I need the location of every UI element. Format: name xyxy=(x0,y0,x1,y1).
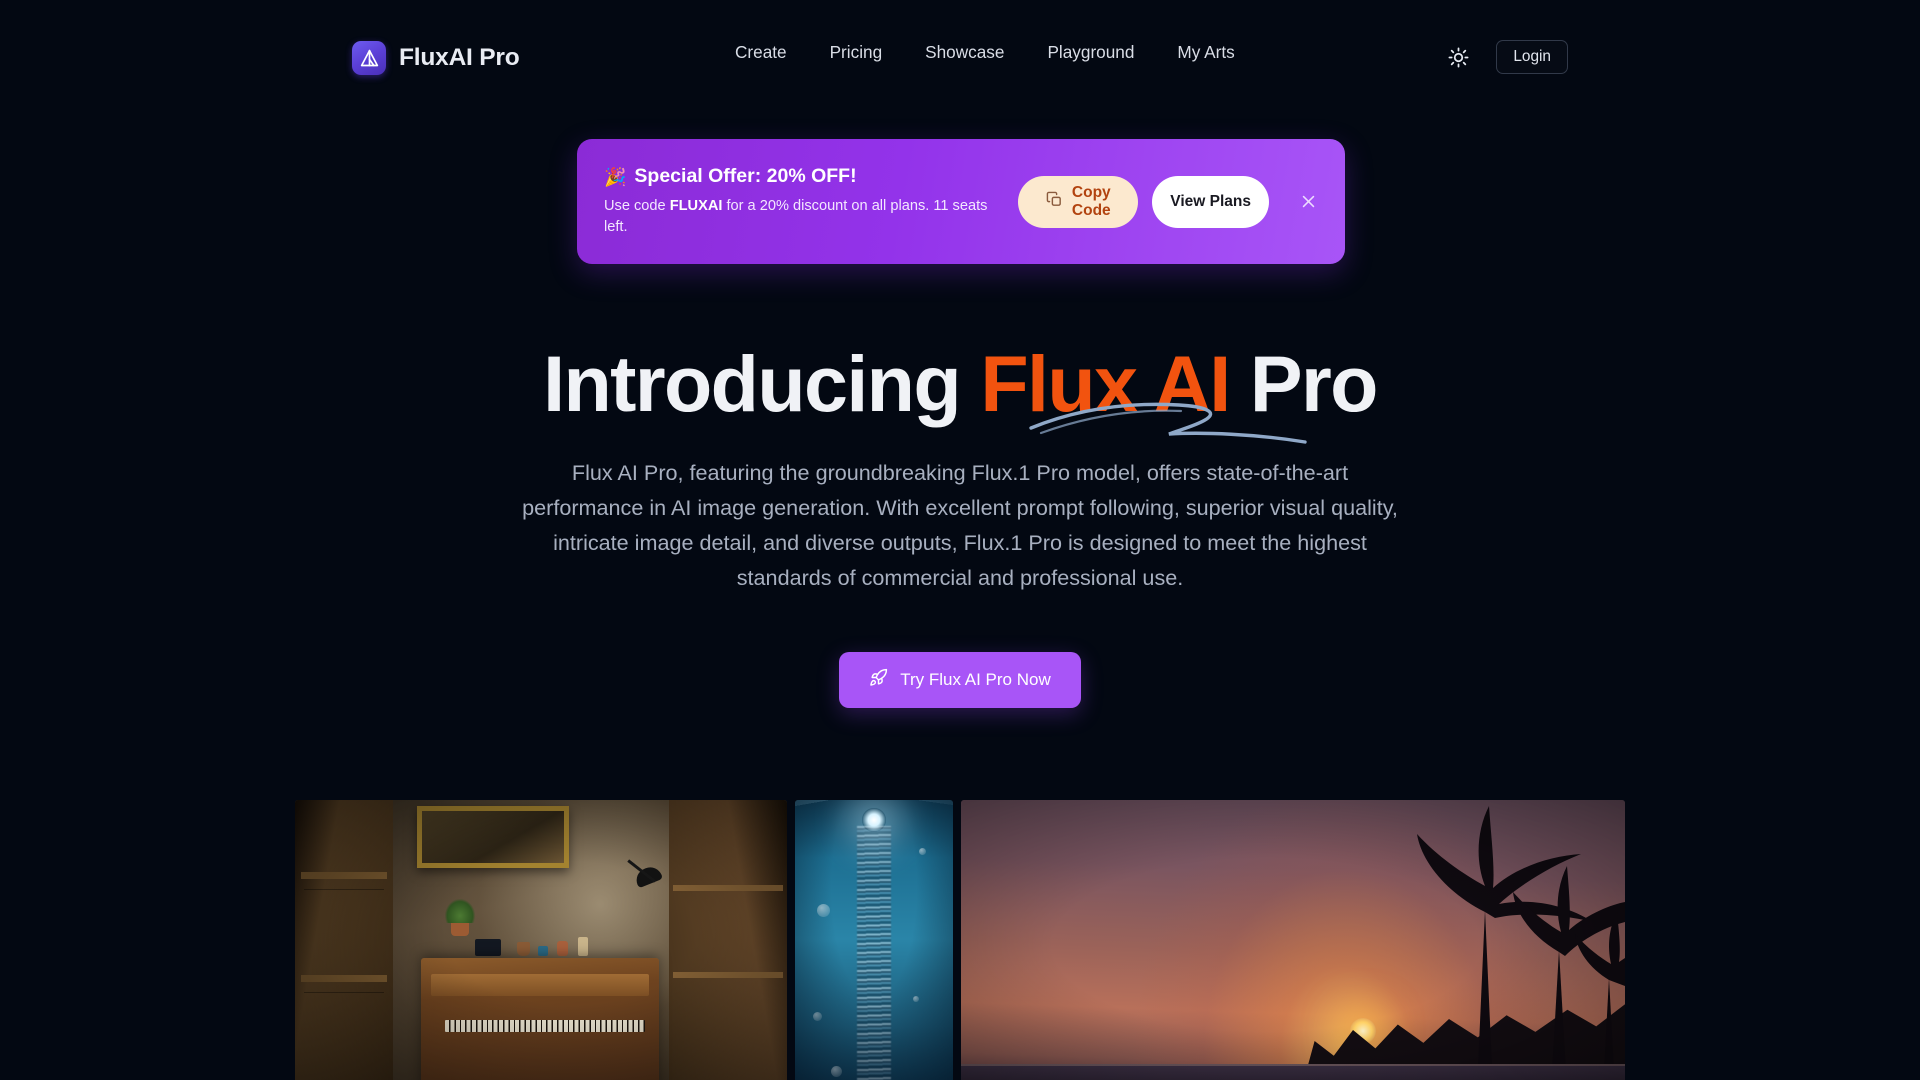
nav-item-playground[interactable]: Playground xyxy=(1047,43,1134,61)
copy-code-label-line1: Copy xyxy=(1071,184,1111,202)
tropical-sunset-image xyxy=(961,800,1625,1080)
copy-code-label-line2: Code xyxy=(1071,201,1111,219)
gallery-item-piano-room[interactable] xyxy=(295,800,787,1080)
rocket-icon xyxy=(869,668,888,692)
hero-title-lead: Introducing xyxy=(543,339,981,428)
promo-actions: Copy Code View Plans xyxy=(1018,175,1325,228)
brand-name: FluxAI Pro xyxy=(399,44,520,71)
promo-code: FLUXAI xyxy=(669,198,723,215)
promo-body-prefix: Use code xyxy=(604,198,670,215)
nav-item-create[interactable]: Create xyxy=(735,43,787,61)
promo-subtitle: Use code FLUXAI for a 20% discount on al… xyxy=(604,196,1006,237)
promo-title: Special Offer: 20% OFF! xyxy=(634,165,857,188)
hero-title-tail: Pro xyxy=(1229,339,1379,428)
hero-cta-wrap: Try Flux AI Pro Now xyxy=(0,652,1920,709)
close-icon[interactable] xyxy=(1291,185,1325,219)
main-nav: Create Pricing Showcase Playground My Ar… xyxy=(735,43,1235,61)
nav-item-my-arts[interactable]: My Arts xyxy=(1177,43,1234,61)
landing-page: FluxAI Pro Create Pricing Showcase Playg… xyxy=(0,0,1920,1080)
nav-item-showcase[interactable]: Showcase xyxy=(925,43,1004,61)
gallery-item-underwater-descent[interactable] xyxy=(795,800,953,1080)
piano-room-image xyxy=(295,800,787,1080)
underwater-descent-image xyxy=(795,800,953,1080)
party-popper-icon: 🎉 xyxy=(604,166,627,187)
sun-icon[interactable] xyxy=(1442,41,1474,73)
copy-code-button[interactable]: Copy Code xyxy=(1018,175,1139,228)
promo-title-row: 🎉 Special Offer: 20% OFF! xyxy=(604,165,1006,188)
promo-banner: 🎉 Special Offer: 20% OFF! Use code FLUXA… xyxy=(577,139,1345,264)
showcase-gallery xyxy=(295,800,1625,1080)
copy-icon xyxy=(1046,191,1063,212)
header-actions: Login xyxy=(1442,40,1568,74)
brand-logo-link[interactable]: FluxAI Pro xyxy=(352,41,520,75)
view-plans-label: View Plans xyxy=(1170,193,1251,211)
try-flux-ai-pro-button[interactable]: Try Flux AI Pro Now xyxy=(839,652,1081,709)
try-flux-ai-pro-label: Try Flux AI Pro Now xyxy=(900,670,1051,690)
login-button[interactable]: Login xyxy=(1496,40,1568,74)
page-title: Introducing Flux AI Pro xyxy=(543,339,1379,428)
gallery-item-tropical-sunset[interactable] xyxy=(961,800,1625,1080)
view-plans-label-line2: Plans xyxy=(1209,192,1251,210)
site-header: FluxAI Pro Create Pricing Showcase Playg… xyxy=(0,0,1920,116)
hero-title-accent: Flux AI xyxy=(980,339,1231,428)
hero-section: Introducing Flux AI Pro Flux AI Pro, fea… xyxy=(0,339,1920,709)
promo-text: 🎉 Special Offer: 20% OFF! Use code FLUXA… xyxy=(604,165,1018,238)
hero-description: Flux AI Pro, featuring the groundbreakin… xyxy=(522,460,1398,591)
view-plans-label-line1: View xyxy=(1170,192,1206,210)
view-plans-button[interactable]: View Plans xyxy=(1152,175,1269,228)
tent-triangle-icon xyxy=(352,41,386,75)
copy-code-label: Copy Code xyxy=(1072,184,1111,219)
hero-title-wrap: Introducing Flux AI Pro xyxy=(543,339,1379,444)
nav-item-pricing[interactable]: Pricing xyxy=(830,43,883,61)
